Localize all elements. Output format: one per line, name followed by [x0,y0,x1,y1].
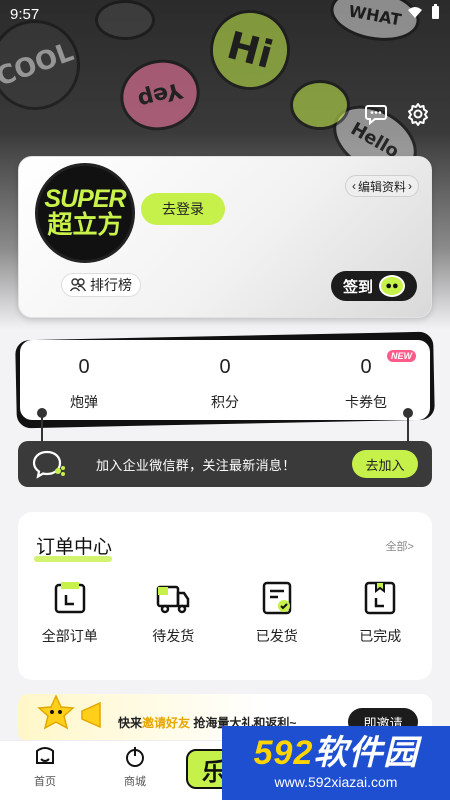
pin-line-right [407,416,409,442]
order-item-pending[interactable]: 待发货 [133,580,213,646]
sticker-yep: Yep [112,50,208,140]
stat-value: 0 [219,356,231,378]
stat-label: 积分 [211,394,239,410]
order-item-label: 已完成 [359,628,402,644]
watermark-url: www.592xiazai.com [274,774,398,790]
stat-value: 0 [78,356,90,378]
avatar-text-top: SUPER [44,184,126,213]
message-button[interactable] [362,100,390,128]
frog-mascot-icon: ●● [379,275,406,297]
status-icons [407,4,440,24]
invite-text-highlight: 邀请好友 [142,716,191,730]
top-actions [362,100,432,128]
order-item-label: 已发货 [255,628,298,644]
stat-points[interactable]: 0 积分 [185,340,265,420]
edit-profile-label: 编辑资料 [357,179,406,194]
truck-icon [157,585,190,614]
wechat-work-icon [32,450,65,479]
stat-coupons[interactable]: 0 卡券包 NEW [326,340,416,420]
all-orders-link[interactable]: 全部> [386,538,414,554]
gear-icon [408,103,428,126]
stat-value: 0 [360,356,372,378]
ranking-label: 排行榜 [90,277,132,293]
stat-shells[interactable]: 0 炮弹 [44,340,124,420]
invite-text-pre: 快来 [118,716,143,730]
chevron-right-icon: › [408,179,412,193]
wechat-group-banner[interactable]: 加入企业微信群，关注最新消息！ 去加入 [18,441,432,487]
checkin-button[interactable]: 签到 ●● [331,271,417,301]
message-icon [365,105,387,126]
watermark-number: 592 [253,734,314,772]
status-bar: 9:57 [0,0,450,28]
edit-profile-button[interactable]: ‹ 编辑资料 › [344,175,419,197]
wechat-banner-text: 加入企业微信群，关注最新消息！ [96,457,296,473]
completed-icon [365,581,396,615]
watermark: 592软件园 www.592xiazai.com [222,726,450,800]
home-icon [36,747,54,764]
status-time: 9:57 [10,5,40,23]
settings-button[interactable] [404,100,432,128]
star-mascot-icon [37,694,75,730]
nav-label: 首页 [34,776,56,788]
order-center-title: 订单中心 [36,537,113,558]
stats-card: 0 炮弹 0 积分 0 卡券包 NEW [20,340,430,420]
avatar[interactable]: SUPER 超立方 [35,163,135,263]
profile-card: SUPER 超立方 去登录 ‹ 编辑资料 › 排行榜 签到 ●● [18,156,432,318]
megaphone-icon [81,701,101,729]
nav-home[interactable]: 首页 [0,745,90,789]
shipped-icon [262,581,291,615]
users-icon [70,278,86,292]
wifi-icon [407,5,423,23]
pin-line-left [41,416,43,442]
order-center-card: 订单中心 全部> 全部订单 待发货 已发货 已完成 [18,512,432,680]
watermark-name: 软件园 [313,734,419,772]
avatar-text-bottom: 超立方 [47,210,123,239]
watermark-logo: 592软件园 [254,736,419,770]
join-button[interactable]: 去加入 [352,450,418,478]
battery-icon [431,4,440,24]
order-status-row: 全部订单 待发货 已发货 已完成 [18,580,432,646]
login-button[interactable]: 去登录 [141,193,225,225]
ranking-button[interactable]: 排行榜 [61,273,141,297]
stat-label: 炮弹 [70,394,98,410]
all-orders-icon [54,582,85,614]
chevron-left-icon: ‹ [351,179,356,193]
order-item-all[interactable]: 全部订单 [30,580,110,646]
order-item-label: 待发货 [152,628,195,644]
checkin-label: 签到 [343,278,374,296]
order-item-shipped[interactable]: 已发货 [237,580,317,646]
nav-shop[interactable]: 商城 [90,745,180,789]
new-badge: NEW [387,350,416,362]
order-item-label: 全部订单 [41,628,98,644]
sticker-blob-2 [290,80,350,130]
order-item-completed[interactable]: 已完成 [340,580,420,646]
shop-icon [126,747,144,767]
nav-label: 商城 [124,776,146,788]
stat-label: 卡券包 [345,394,387,410]
